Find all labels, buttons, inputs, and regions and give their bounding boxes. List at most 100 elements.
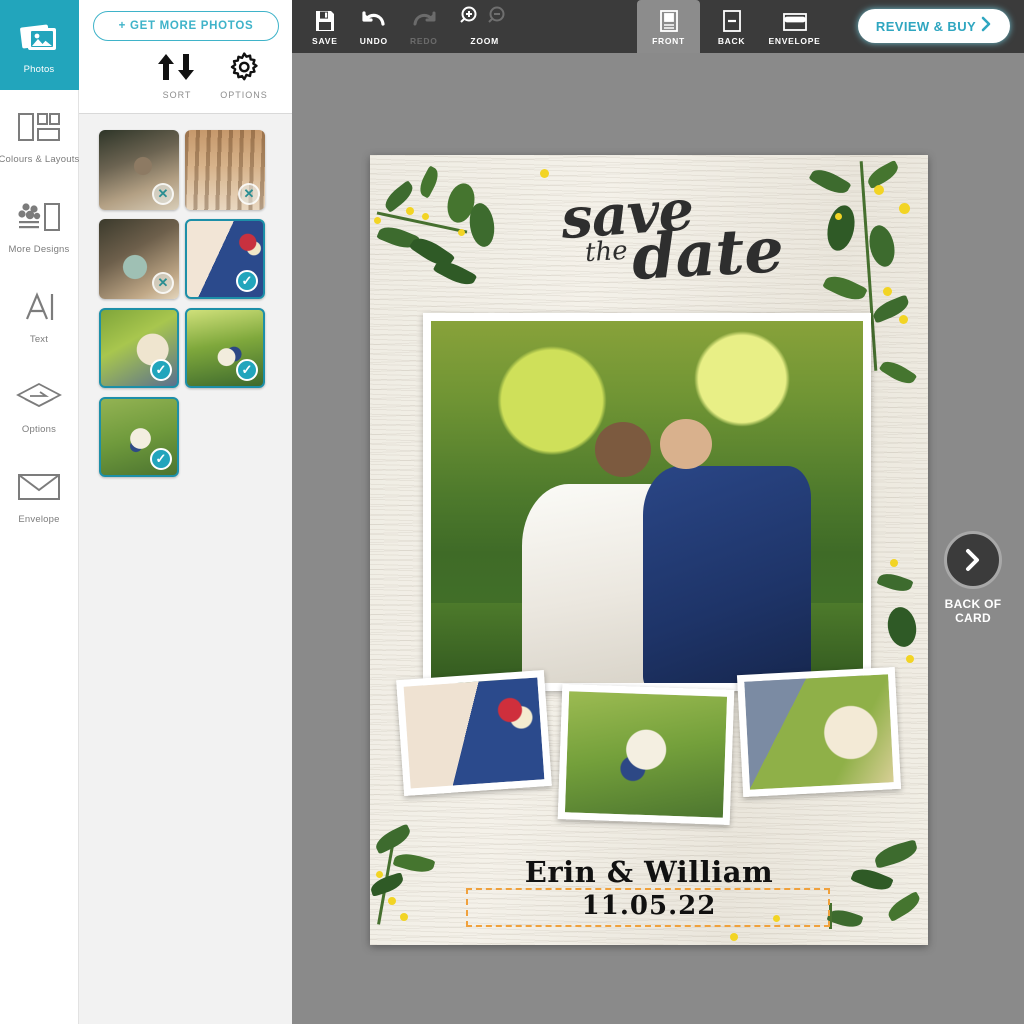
remove-photo-icon[interactable]: ✕ [238,183,260,205]
options-icon [16,375,62,419]
review-and-buy-button[interactable]: REVIEW & BUY [858,9,1010,43]
list-item[interactable]: ✓ [185,308,265,388]
leaf-decoration [824,203,859,253]
headline-date: date [630,219,785,289]
zoom-controls[interactable]: ZOOM [458,0,512,53]
back-of-card-label: BACK OF CARD [934,597,1012,626]
save-label: SAVE [312,36,338,46]
chevron-right-icon [944,531,1002,589]
sidebar-item-label: Options [22,424,56,435]
list-item[interactable]: ✕ [185,130,265,210]
layouts-icon [17,105,61,149]
card-photo-slot-2[interactable] [396,670,552,796]
card-front-icon [660,8,678,32]
sidebar-item-options[interactable]: Options [0,360,79,450]
leaf-decoration [876,570,913,596]
more-designs-icon [17,195,61,239]
undo-button[interactable]: UNDO [358,0,390,53]
sidebar-item-label: Photos [24,64,55,75]
redo-button[interactable]: REDO [408,0,440,53]
card-canvas: save the date Erin & William 11.05.22 BA… [292,53,1024,1024]
card-photo-slot-4[interactable] [737,667,901,797]
tab-label: ENVELOPE [769,36,821,46]
view-tabs: FRONT BACK ENVELOPE [637,0,826,53]
selected-photo-icon[interactable]: ✓ [236,359,258,381]
sort-button[interactable]: SORT [153,52,201,100]
list-item[interactable]: ✕ [99,130,179,210]
undo-label: UNDO [360,36,388,46]
tab-label: FRONT [652,36,685,46]
card-date-text[interactable]: 11.05.22 [370,891,928,921]
tab-back[interactable]: BACK [700,0,763,53]
sidebar-item-text[interactable]: Text [0,270,79,360]
sidebar-item-label: More Designs [8,244,69,255]
sidebar-item-label: Text [30,334,48,345]
top-toolbar: SAVE UNDO REDO [292,0,1024,53]
envelope-flat-icon [783,8,807,32]
leaf-decoration [808,164,851,199]
leaf-decoration [433,256,478,290]
photos-panel: + GET MORE PHOTOS SORT OPTIONS ✕ [79,0,292,1024]
list-item[interactable]: ✓ [99,397,179,477]
gear-icon [229,52,259,87]
list-item[interactable]: ✓ [185,219,265,299]
sort-label: SORT [163,90,192,100]
sidebar-item-envelope[interactable]: Envelope [0,450,79,540]
undo-arrow-icon [361,8,387,32]
review-and-buy-label: REVIEW & BUY [876,19,976,34]
panel-options-button[interactable]: OPTIONS [220,52,268,100]
leaf-decoration [822,271,868,306]
leaf-decoration [879,357,917,389]
toolbar-left-group: SAVE UNDO REDO [292,0,512,53]
leaf-decoration [866,223,898,269]
sidebar-item-label: Envelope [18,514,59,525]
card-photo-slot-3[interactable] [558,684,735,825]
leaf-decoration [885,605,920,649]
sidebar-item-colours-layouts[interactable]: Colours & Layouts [0,90,79,180]
photo-groom [643,466,811,690]
list-item[interactable]: ✓ [99,308,179,388]
selected-photo-icon[interactable]: ✓ [150,359,172,381]
sidebar-item-label: Colours & Layouts [0,154,80,165]
headline-save: save [559,182,695,247]
leaf-decoration [416,165,442,198]
envelope-icon [16,465,62,509]
left-nav-rail: Photos Colours & Layouts [0,0,79,1024]
leaf-decoration [864,160,901,189]
selected-photo-icon[interactable]: ✓ [236,270,258,292]
remove-photo-icon[interactable]: ✕ [152,183,174,205]
sidebar-item-more-designs[interactable]: More Designs [0,180,79,270]
text-icon [19,285,59,329]
photo-bride-head [595,422,651,476]
sort-arrows-icon [153,52,201,87]
save-button[interactable]: SAVE [310,0,340,53]
get-more-photos-button[interactable]: + GET MORE PHOTOS [93,11,279,41]
selected-photo-icon[interactable]: ✓ [150,448,172,470]
card-back-icon [723,8,741,32]
redo-arrow-icon [411,8,437,32]
floppy-disk-icon [315,8,335,32]
magnifier-minus-icon[interactable] [488,5,510,32]
back-of-card-button[interactable]: BACK OF CARD [934,531,1012,626]
tab-label: BACK [718,36,745,46]
photo-thumbnail-grid: ✕ ✕ ✕ ✓ ✓ ✓ ✓ [79,114,292,486]
sidebar-item-photos[interactable]: Photos [0,0,79,90]
headline-the: the [584,236,628,268]
magnifier-plus-icon[interactable] [460,5,482,32]
photos-icon [19,15,59,59]
redo-label: REDO [410,36,438,46]
photo-groom-head [660,419,712,470]
tab-envelope[interactable]: ENVELOPE [763,0,826,53]
card-names-text[interactable]: Erin & William [370,855,928,889]
leaf-decoration [467,202,497,249]
card-front-design[interactable]: save the date Erin & William 11.05.22 [370,155,928,945]
remove-photo-icon[interactable]: ✕ [152,272,174,294]
photos-panel-header: + GET MORE PHOTOS SORT OPTIONS [79,0,292,114]
chevron-right-icon [980,16,992,37]
zoom-label: ZOOM [470,36,499,46]
card-hero-photo[interactable] [423,313,871,691]
list-item[interactable]: ✕ [99,219,179,299]
options-label: OPTIONS [220,90,268,100]
zoom-icons-group [460,8,510,32]
tab-front[interactable]: FRONT [637,0,700,53]
